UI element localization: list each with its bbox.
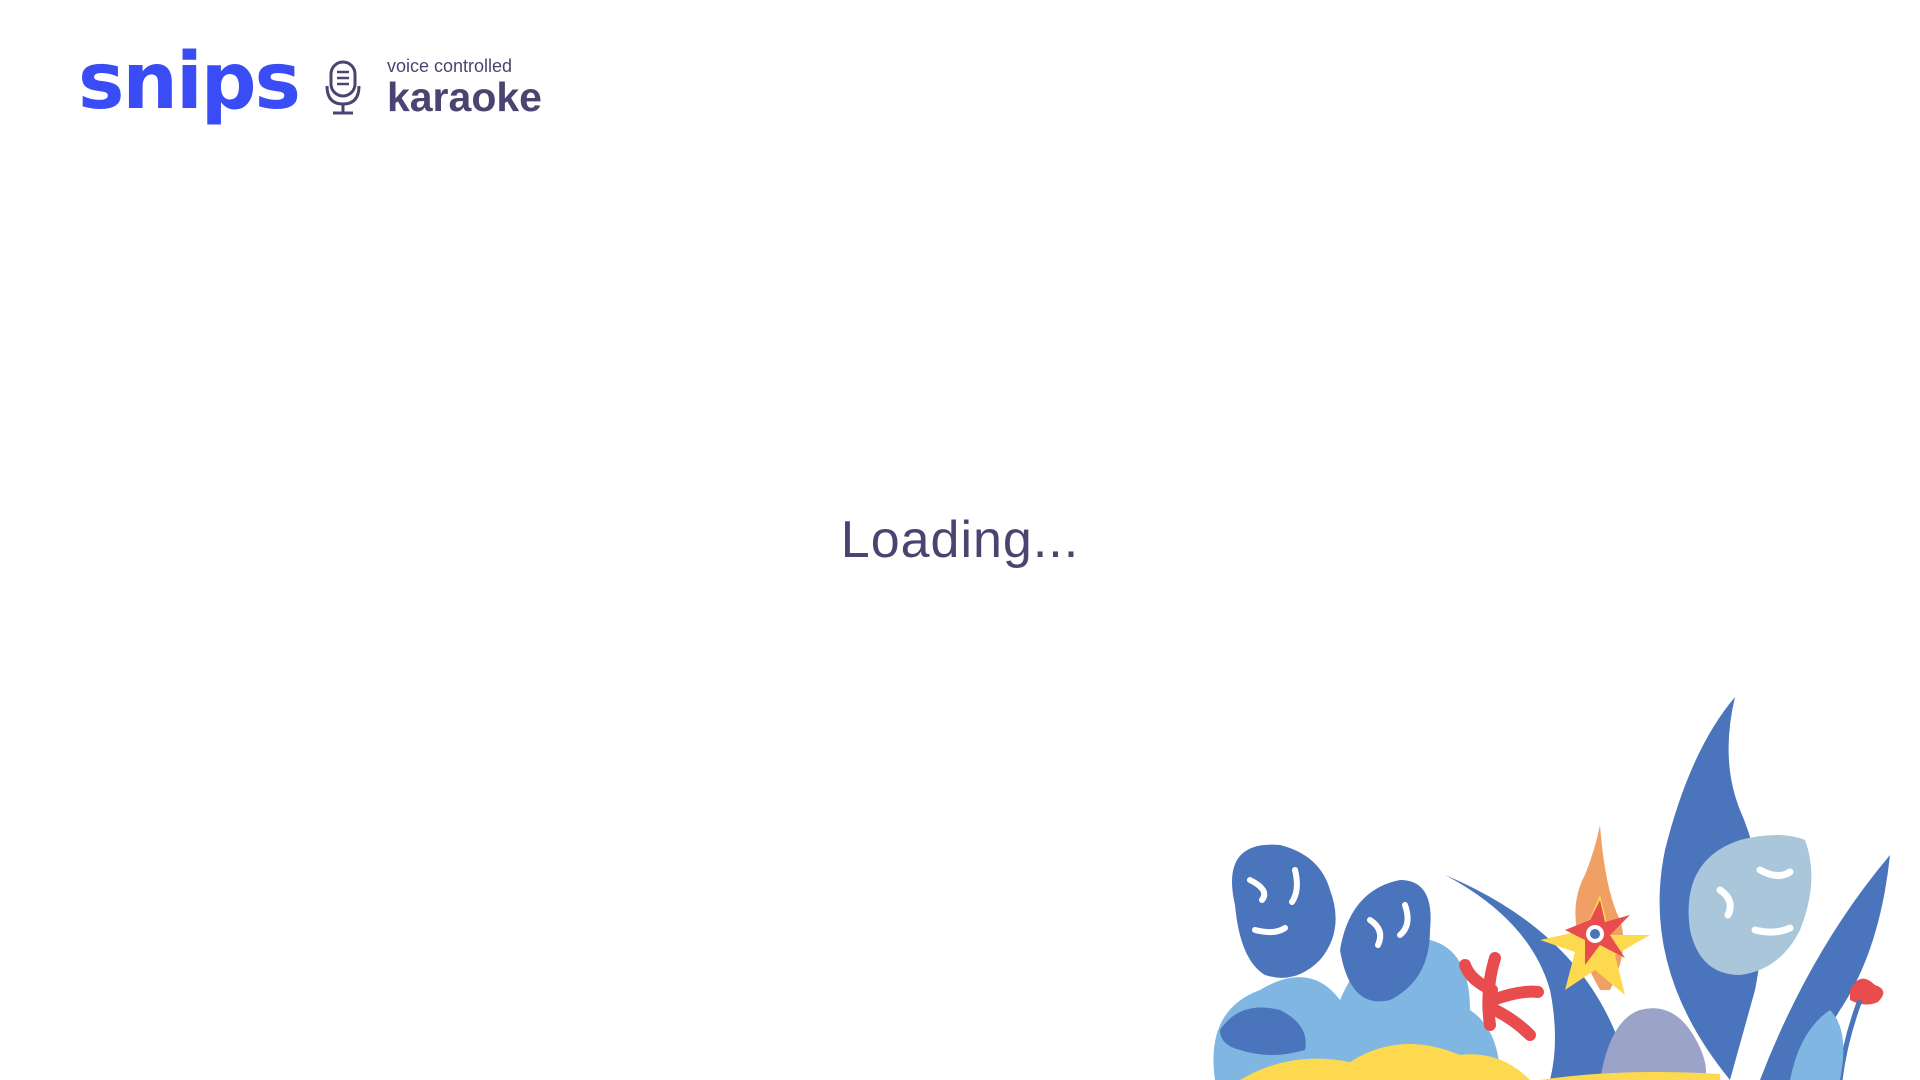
page: snips voice controlled karaoke Loading..… bbox=[0, 0, 1920, 1080]
microphone-icon bbox=[325, 60, 361, 115]
tropical-plants-illustration bbox=[1213, 697, 1890, 1080]
app-title-block: voice controlled karaoke bbox=[386, 56, 542, 121]
loading-text: Loading... bbox=[840, 511, 1080, 569]
app-title: karaoke bbox=[386, 74, 542, 121]
app-header: snips voice controlled karaoke bbox=[78, 43, 542, 121]
monstera-left bbox=[1232, 844, 1336, 978]
snips-logo: snips bbox=[78, 37, 301, 127]
